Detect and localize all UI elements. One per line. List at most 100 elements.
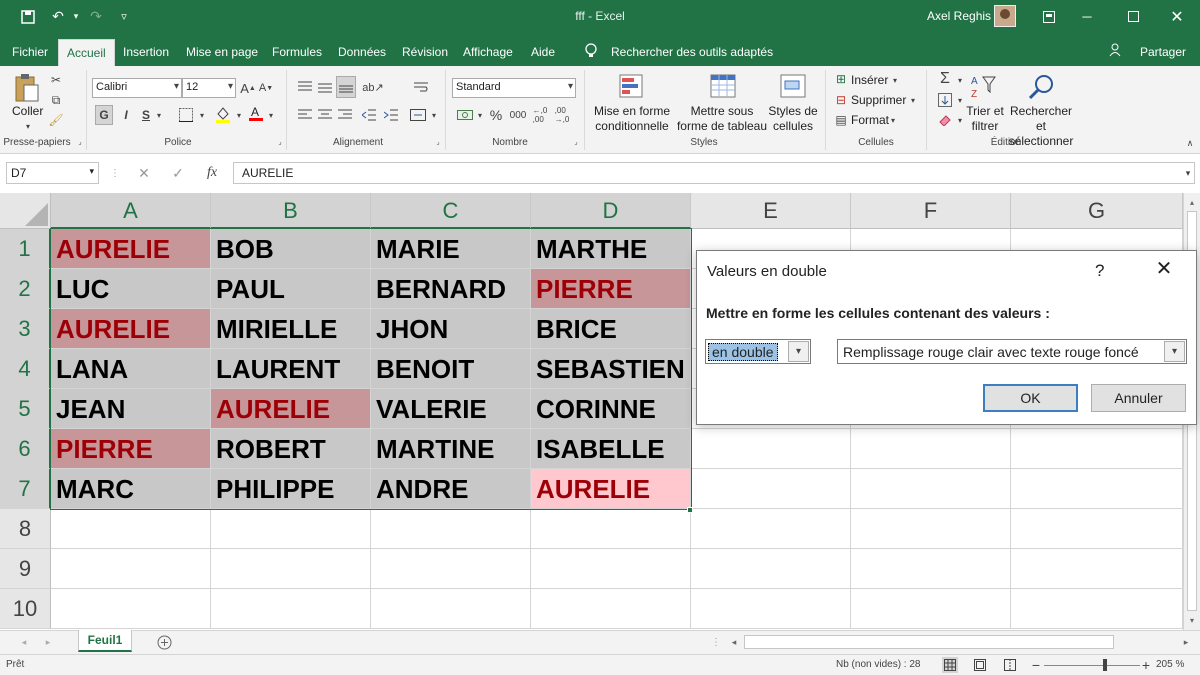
cell-a7[interactable]: MARC	[51, 469, 211, 509]
status-count[interactable]: Nb (non vides) : 28	[836, 659, 921, 670]
number-format-combo[interactable]: Standard▾	[452, 78, 576, 98]
cell-d5[interactable]: CORINNE	[531, 389, 691, 429]
align-right-icon[interactable]	[336, 106, 354, 124]
delete-cells-icon[interactable]: ⊟	[834, 93, 848, 107]
format-style-select[interactable]: Remplissage rouge clair avec texte rouge…	[837, 339, 1187, 364]
cell-e9[interactable]	[691, 549, 851, 589]
cell-d1[interactable]: MARTHE	[531, 229, 691, 269]
underline-dropdown-icon[interactable]: ▾	[154, 106, 164, 124]
increase-decimal-icon[interactable]: ←,0,00	[530, 106, 550, 124]
align-top-icon[interactable]	[296, 78, 314, 96]
format-painter-icon[interactable]: 🖌	[48, 112, 64, 128]
row-header-7[interactable]: 7	[0, 469, 51, 509]
cell-d9[interactable]	[531, 549, 691, 589]
row-header-4[interactable]: 4	[0, 349, 51, 389]
cell-b5[interactable]: AURELIE	[211, 389, 371, 429]
cell-g10[interactable]	[1011, 589, 1183, 629]
tab-formules[interactable]: Formules	[268, 39, 326, 66]
maximize-icon[interactable]	[1110, 0, 1156, 33]
font-color-dropdown-icon[interactable]: ▾	[266, 106, 276, 124]
insert-function-icon[interactable]: fx	[202, 164, 222, 182]
font-launcher-icon[interactable]: ⌟	[276, 138, 284, 146]
format-as-table-icon[interactable]	[708, 72, 738, 102]
row-header-3[interactable]: 3	[0, 309, 51, 349]
tab-aide[interactable]: Aide	[527, 39, 559, 66]
conditional-formatting-icon[interactable]	[617, 72, 647, 102]
autosum-icon[interactable]: Σ	[936, 70, 954, 88]
merge-dropdown-icon[interactable]: ▾	[429, 106, 439, 124]
cell-d3[interactable]: BRICE	[531, 309, 691, 349]
tab-fichier[interactable]: Fichier	[8, 39, 52, 66]
dialog-close-icon[interactable]: ✕	[1152, 257, 1176, 281]
cell-e8[interactable]	[691, 509, 851, 549]
font-name-combo[interactable]: Calibri▾	[92, 78, 182, 98]
cell-e10[interactable]	[691, 589, 851, 629]
underline-button[interactable]: S	[138, 105, 154, 125]
cell-g6[interactable]	[1011, 429, 1183, 469]
close-icon[interactable]: ✕	[1154, 0, 1200, 33]
alignment-launcher-icon[interactable]: ⌟	[434, 138, 442, 146]
normal-view-icon[interactable]	[942, 657, 958, 673]
row-header-10[interactable]: 10	[0, 589, 51, 629]
cell-c6[interactable]: MARTINE	[371, 429, 531, 469]
accounting-format-icon[interactable]	[456, 106, 474, 124]
clipboard-launcher-icon[interactable]: ⌟	[76, 138, 84, 146]
align-left-icon[interactable]	[296, 106, 314, 124]
cell-b7[interactable]: PHILIPPE	[211, 469, 371, 509]
accounting-dropdown-icon[interactable]: ▾	[475, 106, 485, 124]
cell-b2[interactable]: PAUL	[211, 269, 371, 309]
chevron-down-icon[interactable]: ▾	[788, 341, 809, 362]
user-name[interactable]: Axel Reghis	[927, 9, 991, 23]
fill-color-icon[interactable]	[214, 104, 232, 124]
tell-me-search[interactable]: Rechercher des outils adaptés	[611, 45, 773, 59]
confirm-entry-icon[interactable]: ✓	[168, 164, 188, 182]
add-sheet-icon[interactable]	[156, 634, 172, 650]
zoom-out-icon[interactable]: −	[1030, 657, 1042, 673]
cell-d8[interactable]	[531, 509, 691, 549]
cell-a6[interactable]: PIERRE	[51, 429, 211, 469]
tab-insertion[interactable]: Insertion	[119, 39, 173, 66]
formula-input[interactable]: AURELIE	[233, 162, 1195, 184]
percent-button[interactable]: %	[487, 106, 505, 124]
cell-c3[interactable]: JHON	[371, 309, 531, 349]
delete-cells-button[interactable]: Supprimer	[851, 93, 906, 107]
sort-filter-icon[interactable]: AZ	[970, 72, 998, 102]
cell-f7[interactable]	[851, 469, 1011, 509]
cell-f6[interactable]	[851, 429, 1011, 469]
align-bottom-icon[interactable]	[336, 76, 356, 98]
share-button[interactable]: Partager	[1140, 45, 1186, 59]
cell-e6[interactable]	[691, 429, 851, 469]
resize-handle-icon[interactable]: ⋮	[112, 164, 118, 182]
cell-g8[interactable]	[1011, 509, 1183, 549]
number-launcher-icon[interactable]: ⌟	[572, 138, 580, 146]
thousands-separator-button[interactable]: 000	[507, 106, 529, 124]
cell-g7[interactable]	[1011, 469, 1183, 509]
decrease-decimal-icon[interactable]: ,00→,0	[552, 106, 572, 124]
cell-d2[interactable]: PIERRE	[531, 269, 691, 309]
cell-c4[interactable]: BENOIT	[371, 349, 531, 389]
collapse-ribbon-icon[interactable]: ∧	[1184, 138, 1196, 148]
cell-a2[interactable]: LUC	[51, 269, 211, 309]
previous-sheet-icon[interactable]: ◂	[18, 635, 30, 649]
format-cells-icon[interactable]: ▤	[834, 113, 848, 127]
expand-formula-icon[interactable]: ▾	[1182, 166, 1194, 180]
cancel-button[interactable]: Annuler	[1091, 384, 1186, 412]
insert-dropdown-icon[interactable]: ▾	[890, 74, 900, 86]
delete-dropdown-icon[interactable]: ▾	[908, 94, 918, 106]
minimize-icon[interactable]: ─	[1064, 0, 1110, 33]
sheet-tab-feuil1[interactable]: Feuil1	[78, 630, 132, 652]
column-header-d[interactable]: D	[531, 193, 691, 229]
row-header-8[interactable]: 8	[0, 509, 51, 549]
zoom-level[interactable]: 205 %	[1156, 659, 1184, 670]
bold-button[interactable]: G	[95, 105, 113, 125]
column-header-e[interactable]: E	[691, 193, 851, 229]
cell-a1[interactable]: AURELIE	[51, 229, 211, 269]
column-header-g[interactable]: G	[1011, 193, 1183, 229]
wrap-text-icon[interactable]	[412, 78, 430, 96]
cell-c8[interactable]	[371, 509, 531, 549]
insert-cells-button[interactable]: Insérer	[851, 73, 888, 87]
tab-accueil[interactable]: Accueil	[58, 39, 115, 66]
cell-a9[interactable]	[51, 549, 211, 589]
zoom-slider-thumb[interactable]	[1103, 659, 1107, 671]
chevron-down-icon[interactable]: ▾	[1164, 341, 1185, 362]
